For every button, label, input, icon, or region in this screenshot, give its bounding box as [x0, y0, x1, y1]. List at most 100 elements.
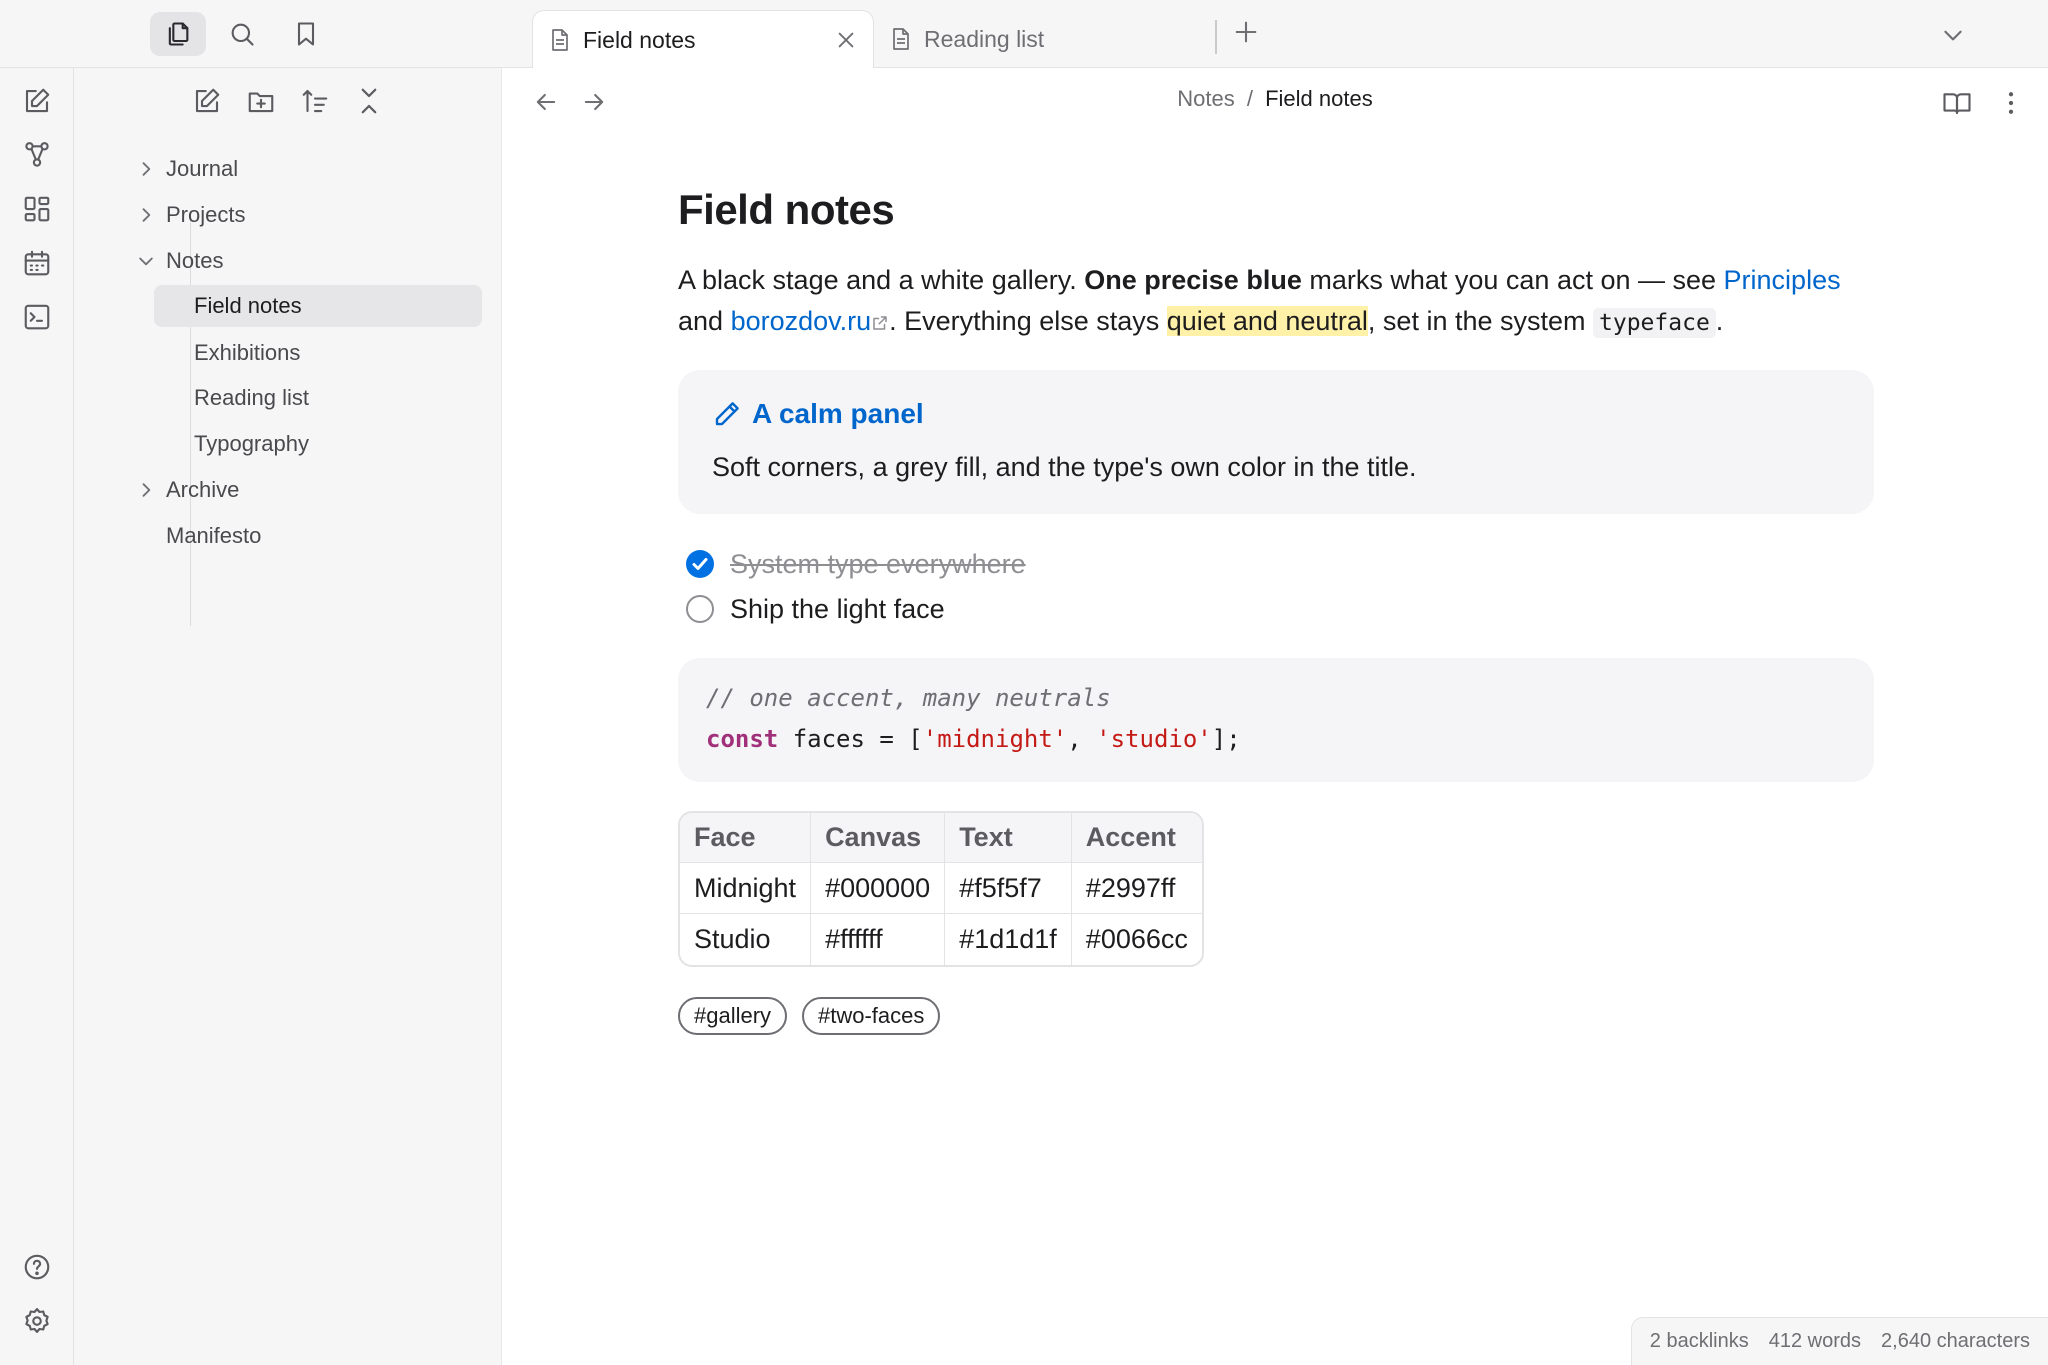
task-label: System type everywhere [730, 548, 1026, 579]
tree-folder-notes[interactable]: Notes [139, 240, 224, 282]
sort-icon[interactable] [300, 86, 330, 116]
para-bold: One precise blue [1084, 265, 1302, 295]
tree-label: Field notes [194, 293, 302, 318]
table-cell: #f5f5f7 [945, 863, 1072, 914]
close-icon[interactable] [835, 29, 857, 51]
chevron-right-icon [136, 205, 156, 225]
ribbon [0, 68, 74, 1365]
search-icon[interactable] [214, 12, 270, 56]
files-icon[interactable] [150, 12, 206, 56]
new-tab-icon[interactable] [1232, 18, 1260, 46]
editor-pane: Notes / Field notes Field notes A black … [502, 68, 2048, 1365]
tree-note-typography[interactable]: Typography [194, 423, 309, 465]
chevron-right-icon [136, 480, 156, 500]
callout-title: A calm panel [712, 398, 924, 430]
column-header: Accent [1071, 813, 1202, 863]
table-row: Studio #ffffff #1d1d1f #0066cc [680, 914, 1202, 965]
graph-icon[interactable] [22, 140, 52, 170]
column-header: Face [680, 813, 812, 863]
table-cell: Studio [680, 914, 812, 965]
canvas-icon[interactable] [22, 194, 52, 224]
para-text: and [678, 306, 731, 336]
external-link-icon [871, 314, 889, 332]
tab-divider [1215, 20, 1217, 54]
calendar-icon[interactable] [22, 248, 52, 278]
tree-folder-projects[interactable]: Projects [142, 194, 246, 236]
tree-note-exhibitions[interactable]: Exhibitions [194, 332, 300, 374]
reading-view-icon[interactable] [1942, 88, 1972, 118]
character-count: 2,640 characters [1881, 1330, 2030, 1352]
inline-code: typeface [1593, 308, 1716, 338]
page-title: Field notes [678, 186, 895, 233]
column-header: Canvas [811, 813, 946, 863]
intro-paragraph: A black stage and a white gallery. One p… [678, 260, 1878, 344]
more-options-icon[interactable] [1996, 88, 2026, 118]
table-cell: #000000 [811, 863, 946, 914]
backlinks-count[interactable]: 2 backlinks [1650, 1330, 1749, 1353]
chevron-down-icon[interactable] [1940, 22, 1966, 48]
collapse-all-icon[interactable] [354, 86, 384, 116]
settings-icon[interactable] [22, 1306, 52, 1336]
tag-gallery[interactable]: #gallery [678, 997, 788, 1035]
task-item: System type everywhere [686, 544, 1026, 584]
table-row: Midnight #000000 #f5f5f7 #2997ff [680, 863, 1202, 914]
code-text: faces = [ [778, 725, 923, 753]
table-cell: #0066cc [1085, 924, 1188, 954]
tab-field-notes[interactable]: Field notes [532, 10, 874, 69]
tree-label: Exhibitions [194, 340, 301, 365]
para-text: . Everything else stays [889, 306, 1167, 336]
tree-label: Notes [166, 248, 224, 273]
terminal-icon[interactable] [22, 302, 52, 332]
document-icon [549, 28, 571, 52]
chevron-right-icon [136, 159, 156, 179]
tree-folder-archive[interactable]: Archive [142, 469, 239, 511]
status-bar: 2 backlinks 412 words 2,640 characters [1630, 1317, 2048, 1365]
breadcrumb-parent[interactable]: Notes [1177, 86, 1234, 111]
tab-label: Field notes [583, 26, 696, 53]
code-string: 'midnight' [922, 725, 1068, 753]
tree-label: Journal [166, 156, 239, 181]
tree-folder-journal[interactable]: Journal [142, 148, 239, 190]
tree-note-manifesto[interactable]: Manifesto [166, 515, 261, 557]
callout-title-text: A calm panel [752, 398, 924, 429]
checked-checkbox[interactable] [686, 550, 714, 578]
code-text: , [1067, 725, 1097, 753]
external-link[interactable]: borozdov.ru [731, 306, 872, 336]
column-header: Text [945, 813, 1072, 863]
tree-note-field-notes[interactable]: Field notes [154, 285, 482, 327]
bookmark-icon[interactable] [278, 12, 334, 56]
tree-label: Projects [166, 202, 246, 227]
tag-two-faces[interactable]: #two-faces [802, 997, 941, 1035]
code-keyword: const [706, 725, 779, 753]
para-text: A black stage and a white gallery. [678, 265, 1085, 295]
breadcrumb: Notes / Field notes [502, 86, 2048, 112]
breadcrumb-separator: / [1246, 86, 1253, 111]
word-count: 412 words [1768, 1330, 1862, 1352]
tab-reading-list[interactable]: Reading list [874, 10, 1214, 68]
file-explorer: Journal Projects Notes Field notes Exhib… [74, 68, 502, 1365]
tree-label: Manifesto [166, 523, 262, 548]
new-note-icon[interactable] [192, 86, 222, 116]
table-header-row: Face Canvas Text Accent [680, 813, 1202, 863]
table-cell: #ffffff [811, 914, 946, 965]
principles-link[interactable]: Principles [1724, 265, 1841, 295]
highlighted-text: quiet and neutral [1166, 306, 1368, 336]
task-label: Ship the light face [730, 593, 945, 624]
tree-label: Typography [194, 431, 309, 456]
breadcrumb-current[interactable]: Field notes [1265, 86, 1373, 111]
code-comment: // one accent, many neutrals [706, 684, 1111, 712]
tree-note-reading-list[interactable]: Reading list [194, 377, 309, 419]
unchecked-checkbox[interactable] [686, 595, 714, 623]
table-cell: #2997ff [1071, 863, 1202, 914]
code-text: ]; [1211, 725, 1241, 753]
pencil-icon [712, 399, 742, 429]
task-item: Ship the light face [686, 589, 945, 629]
document-icon [890, 27, 912, 51]
code-string: 'studio' [1096, 725, 1212, 753]
para-text: , set in the system [1367, 306, 1594, 336]
para-text: . [1715, 306, 1724, 336]
callout-panel: A calm panel Soft corners, a grey fill, … [678, 370, 1874, 514]
help-icon[interactable] [22, 1252, 52, 1282]
new-note-icon[interactable] [22, 86, 52, 116]
new-folder-icon[interactable] [246, 86, 276, 116]
